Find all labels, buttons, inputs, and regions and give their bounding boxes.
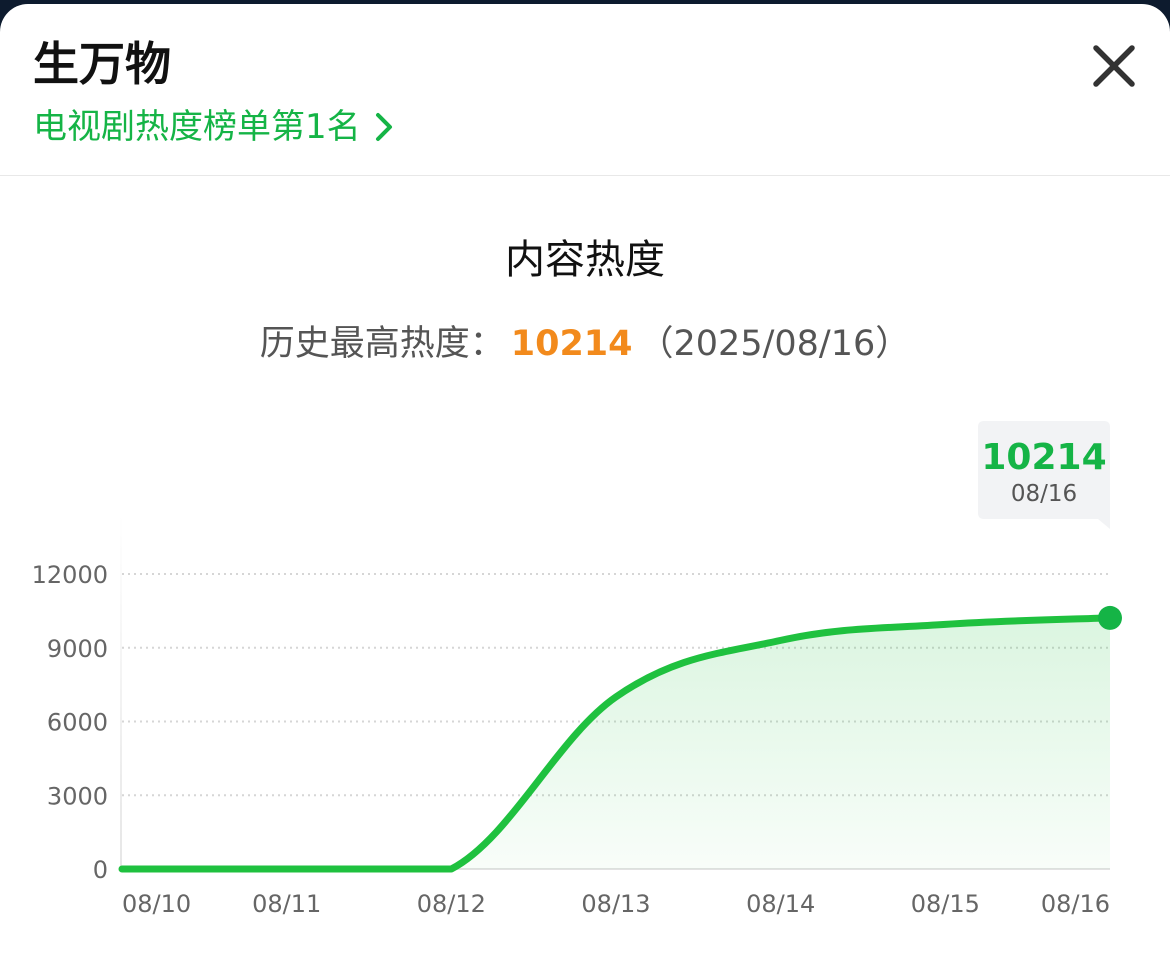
x-tick-label: 08/15 bbox=[911, 890, 980, 918]
y-tick-label: 0 bbox=[93, 856, 108, 884]
highlight-point bbox=[1098, 605, 1122, 630]
record-date: （2025/08/16） bbox=[638, 324, 911, 364]
chevron-right-icon bbox=[375, 113, 392, 141]
y-tick-label: 9000 bbox=[47, 635, 108, 663]
heat-area bbox=[122, 617, 1110, 869]
x-tick-label: 08/12 bbox=[417, 890, 486, 918]
record-value: 10214 bbox=[510, 324, 633, 364]
y-tick-label: 12000 bbox=[32, 561, 108, 589]
record-line: 历史最高热度： 10214 （2025/08/16） bbox=[0, 316, 1170, 372]
close-icon[interactable] bbox=[1088, 40, 1140, 92]
y-axis-line bbox=[120, 514, 122, 869]
ranking-link[interactable]: 电视剧热度榜单第1名 bbox=[33, 104, 393, 150]
record-label: 历史最高热度： bbox=[259, 324, 505, 364]
chart-title: 内容热度 bbox=[505, 237, 665, 283]
tooltip-date: 08/16 bbox=[1011, 481, 1077, 507]
y-tick-label: 3000 bbox=[47, 782, 108, 810]
value-tooltip: 10214 08/16 bbox=[978, 421, 1110, 529]
tooltip-value: 10214 bbox=[981, 437, 1106, 478]
ranking-link-label: 电视剧热度榜单第1名 bbox=[33, 107, 361, 147]
heat-chart[interactable]: 0 3000 6000 9000 12000 08/10 08/11 08/12 08/13 0… bbox=[0, 404, 1170, 944]
x-tick-label: 08/11 bbox=[252, 890, 321, 918]
show-title: 生万物 bbox=[33, 37, 171, 91]
x-tick-label: 08/14 bbox=[746, 890, 815, 918]
x-tick-label: 08/10 bbox=[122, 890, 191, 918]
header-divider bbox=[0, 175, 1170, 176]
popup-sheet: 生万物 电视剧热度榜单第1名 内容热度 历史最高热度： 10214 （2025/08… bbox=[0, 4, 1170, 965]
x-tick-label: 08/16 bbox=[1041, 890, 1110, 918]
header: 生万物 电视剧热度榜单第1名 bbox=[0, 4, 1170, 176]
x-tick-label: 08/13 bbox=[581, 890, 650, 918]
y-tick-label: 6000 bbox=[47, 709, 108, 737]
